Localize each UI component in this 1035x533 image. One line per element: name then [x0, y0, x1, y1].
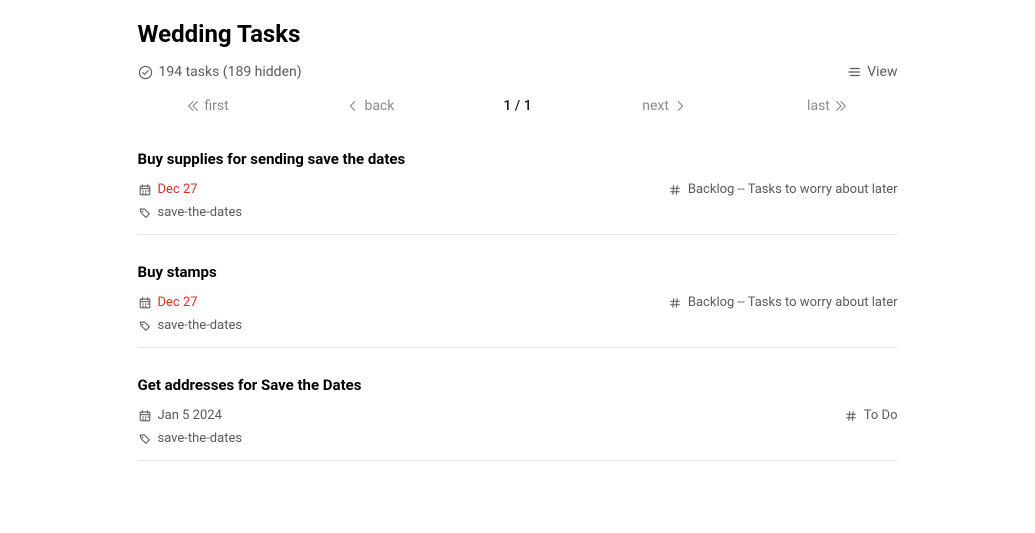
- task-tag-text: save-the-dates: [158, 431, 243, 446]
- header-row: 194 tasks (189 hidden) View: [138, 64, 898, 80]
- pagination-next[interactable]: next: [635, 98, 695, 114]
- task-item[interactable]: Buy supplies for sending save the dates D…: [138, 150, 898, 235]
- tag-icon: [138, 432, 152, 446]
- task-date: Dec 27: [138, 182, 198, 197]
- task-status: Backlog -- Tasks to worry about later: [668, 295, 898, 310]
- hash-icon: [668, 296, 682, 310]
- chevron-double-left-icon: [186, 99, 200, 113]
- task-status: To Do: [844, 408, 898, 423]
- task-date-text: Dec 27: [158, 182, 198, 197]
- pagination-first-label: first: [204, 98, 228, 114]
- chevron-right-icon: [673, 99, 687, 113]
- task-meta-row: Dec 27 Backlog -- Tasks to worry about la…: [138, 182, 898, 197]
- task-status-text: Backlog -- Tasks to worry about later: [688, 182, 898, 197]
- page-title: Wedding Tasks: [138, 20, 898, 48]
- pagination-indicator: 1 / 1: [503, 98, 531, 114]
- chevron-left-icon: [346, 99, 360, 113]
- task-tag: save-the-dates: [138, 318, 898, 333]
- hash-icon: [844, 409, 858, 423]
- task-date: Jan 5 2024: [138, 408, 222, 423]
- task-count: 194 tasks (189 hidden): [138, 64, 302, 80]
- pagination-last[interactable]: last: [797, 98, 857, 114]
- task-status: Backlog -- Tasks to worry about later: [668, 182, 898, 197]
- task-meta-row: Jan 5 2024 To Do: [138, 408, 898, 423]
- task-tag: save-the-dates: [138, 205, 898, 220]
- task-list: Buy supplies for sending save the dates D…: [138, 150, 898, 461]
- calendar-icon: [138, 409, 152, 423]
- task-status-text: To Do: [864, 408, 898, 423]
- list-icon: [847, 65, 861, 79]
- check-circle-icon: [138, 65, 153, 80]
- view-button[interactable]: View: [847, 64, 897, 80]
- task-date-text: Jan 5 2024: [158, 408, 222, 423]
- pagination-last-label: last: [807, 98, 830, 114]
- task-count-text: 194 tasks (189 hidden): [159, 64, 302, 80]
- task-meta-row: Dec 27 Backlog -- Tasks to worry about la…: [138, 295, 898, 310]
- task-date-text: Dec 27: [158, 295, 198, 310]
- pagination-back[interactable]: back: [340, 98, 400, 114]
- task-title: Buy supplies for sending save the dates: [138, 150, 898, 168]
- task-item[interactable]: Buy stamps Dec 27 Backlog -- Tasks to worr…: [138, 263, 898, 348]
- task-tag-text: save-the-dates: [158, 318, 243, 333]
- task-status-text: Backlog -- Tasks to worry about later: [688, 295, 898, 310]
- tag-icon: [138, 319, 152, 333]
- task-item[interactable]: Get addresses for Save the Dates Jan 5 20…: [138, 376, 898, 461]
- task-title: Buy stamps: [138, 263, 898, 281]
- calendar-icon: [138, 183, 152, 197]
- pagination-back-label: back: [364, 98, 394, 114]
- task-tag-text: save-the-dates: [158, 205, 243, 220]
- chevron-double-right-icon: [834, 99, 848, 113]
- task-title: Get addresses for Save the Dates: [138, 376, 898, 394]
- hash-icon: [668, 183, 682, 197]
- task-date: Dec 27: [138, 295, 198, 310]
- pagination-next-label: next: [642, 98, 669, 114]
- calendar-icon: [138, 296, 152, 310]
- pagination-first[interactable]: first: [178, 98, 238, 114]
- task-tag: save-the-dates: [138, 431, 898, 446]
- tag-icon: [138, 206, 152, 220]
- pagination: first back 1 / 1 next last: [138, 98, 898, 114]
- view-label: View: [867, 64, 897, 80]
